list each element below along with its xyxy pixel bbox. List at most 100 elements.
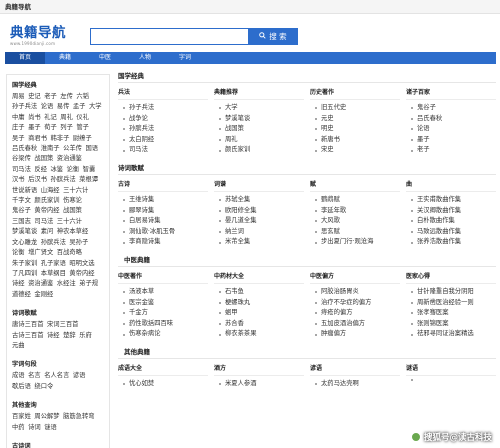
sidebar-link[interactable]: 谷梁传	[12, 154, 31, 164]
sidebar-link[interactable]: 汉书	[12, 175, 25, 185]
sidebar-link[interactable]: 金刚经	[34, 290, 53, 300]
category-heading[interactable]: 典籍推荐	[214, 88, 304, 100]
category-heading[interactable]: 古诗	[118, 180, 208, 192]
sidebar-link[interactable]: 孙子兵法	[12, 102, 37, 112]
list-item[interactable]: 阿胶治肠胃炎	[310, 287, 400, 298]
list-item[interactable]: 战国策	[214, 124, 304, 135]
sidebar-link[interactable]: 诗经	[12, 279, 25, 289]
sidebar-link[interactable]: 智囊	[83, 165, 96, 175]
list-item[interactable]: 米芾全集	[214, 237, 304, 248]
category-heading[interactable]: 中医著作	[118, 272, 208, 284]
sidebar-link[interactable]: 三国志	[12, 217, 31, 227]
list-item[interactable]: 治疗不孕症的偏方	[310, 298, 400, 309]
sidebar-link[interactable]: 吴孙子	[69, 238, 88, 248]
sidebar-link[interactable]: 朱子家训	[12, 259, 37, 269]
sidebar-link[interactable]: 墨子	[28, 123, 41, 133]
sidebar-link[interactable]: 周礼	[60, 113, 73, 123]
list-item[interactable]: 王实甫散曲作集	[406, 195, 496, 206]
sidebar-link[interactable]: 元曲	[12, 341, 25, 351]
list-item[interactable]: 李延年歌	[310, 206, 400, 217]
search-button[interactable]: 搜 索	[248, 28, 298, 45]
list-item[interactable]: 太白阴经	[118, 135, 208, 146]
list-item[interactable]: 周礼	[214, 135, 304, 146]
sidebar-link[interactable]: 楚辞	[63, 331, 76, 341]
list-item[interactable]: 老子	[406, 145, 496, 156]
list-item[interactable]: 晏几道全集	[214, 216, 304, 227]
sidebar-link[interactable]: 商君书	[28, 134, 47, 144]
category-heading[interactable]: 赋	[310, 180, 400, 192]
sidebar-link[interactable]: 论衡	[12, 248, 25, 258]
sidebar-link[interactable]: 百家姓	[12, 412, 31, 422]
site-logo[interactable]: 典籍导航 www.1990dianji.com	[10, 26, 80, 46]
category-heading[interactable]: 历史著作	[310, 88, 400, 100]
sidebar-link[interactable]: 黄帝内经	[34, 206, 59, 216]
list-item[interactable]: 司马法	[118, 145, 208, 156]
sidebar-link[interactable]: 菜根谭	[79, 175, 98, 185]
category-heading[interactable]: 词谱	[214, 180, 304, 192]
sidebar-link[interactable]: 脑筋急转弯	[63, 412, 94, 422]
sidebar-link[interactable]: 左传	[60, 92, 73, 102]
category-heading[interactable]: 诸子百家	[406, 88, 496, 100]
list-item[interactable]: 痔疮的偏方	[310, 308, 400, 319]
sidebar-link[interactable]: 孔子家语	[41, 259, 66, 269]
sidebar-link[interactable]: 司马法	[34, 217, 53, 227]
sidebar-link[interactable]: 谜语	[44, 423, 57, 433]
sidebar-link[interactable]: 世说新语	[12, 186, 37, 196]
category-heading[interactable]: 谚语	[310, 364, 400, 376]
sidebar-link[interactable]: 管子	[76, 123, 89, 133]
sidebar-link[interactable]: 三十六计	[57, 217, 82, 227]
sidebar-link[interactable]: 增广贤文	[28, 248, 53, 258]
list-item[interactable]: 孙膑兵法	[118, 124, 208, 135]
sidebar-link[interactable]: 资治通鉴	[57, 154, 82, 164]
sidebar-link[interactable]: 鬼谷子	[12, 206, 31, 216]
list-item[interactable]: 伤寒杂病论	[118, 329, 208, 340]
list-item[interactable]: 颜氏家训	[214, 145, 304, 156]
category-heading[interactable]: 兵法	[118, 88, 208, 100]
list-item[interactable]: 鹦鹉赋	[310, 195, 400, 206]
category-heading[interactable]: 中医偏方	[310, 272, 400, 284]
sidebar-link[interactable]: 中药	[12, 423, 25, 433]
sidebar-link[interactable]: 尉缭子	[73, 134, 92, 144]
category-heading[interactable]: 医家心得	[406, 272, 496, 284]
list-item[interactable]: 郦翠诗集	[118, 206, 208, 217]
list-item[interactable]: 米夏人参酒	[214, 379, 304, 390]
sidebar-link[interactable]: 本草纲目	[41, 269, 66, 279]
list-item[interactable]: 汤液本草	[118, 287, 208, 298]
sidebar-link[interactable]: 成语	[12, 371, 25, 381]
list-item[interactable]: 李商隐诗集	[118, 237, 208, 248]
list-item[interactable]: 洞仙歌·冰肌玉骨	[118, 227, 208, 238]
sidebar-link[interactable]: 孟子	[73, 102, 86, 112]
sidebar-link[interactable]: 荀子	[44, 123, 57, 133]
sidebar-link[interactable]: 名人名言	[44, 371, 69, 381]
category-heading[interactable]: 成语大全	[118, 364, 208, 376]
sidebar-link[interactable]: 列子	[60, 123, 73, 133]
sidebar-link[interactable]: 素问	[41, 227, 54, 237]
sidebar-link[interactable]: 弟子规	[79, 279, 98, 289]
list-item[interactable]: 欧阳修全集	[214, 206, 304, 217]
list-item[interactable]: 苏轼全集	[214, 195, 304, 206]
sidebar-link[interactable]: 后汉书	[28, 175, 47, 185]
sidebar-link[interactable]: 千字文	[12, 196, 31, 206]
list-item[interactable]: 祛邪寻同证治案精选	[406, 329, 496, 340]
sidebar-link[interactable]: 冰鉴	[50, 165, 63, 175]
list-item[interactable]	[406, 378, 496, 381]
list-item[interactable]: 千金方	[118, 308, 208, 319]
sidebar-link[interactable]: 史记	[28, 92, 41, 102]
list-item[interactable]: 甘针隆重自我分阴阳	[406, 287, 496, 298]
list-item[interactable]: 论语	[406, 124, 496, 135]
search-input[interactable]	[91, 29, 248, 44]
nav-tab[interactable]: 首页	[5, 52, 45, 64]
sidebar-link[interactable]: 韩非子	[50, 134, 69, 144]
sidebar-link[interactable]: 乐府	[79, 331, 92, 341]
sidebar-link[interactable]: 昭明文选	[69, 259, 94, 269]
list-item[interactable]: 肿瘤偏方	[310, 329, 400, 340]
sidebar-link[interactable]: 反经	[34, 165, 47, 175]
sidebar-link[interactable]: 战国策	[63, 206, 82, 216]
list-item[interactable]: 思玄赋	[310, 227, 400, 238]
nav-tab[interactable]: 人物	[125, 52, 165, 64]
sidebar-link[interactable]: 礼记	[44, 113, 57, 123]
list-item[interactable]: 步出夏门行·观沧海	[310, 237, 400, 248]
sidebar-link[interactable]: 周公解梦	[34, 412, 59, 422]
list-item[interactable]: 石韦鱼	[214, 287, 304, 298]
list-item[interactable]: 大学	[214, 103, 304, 114]
